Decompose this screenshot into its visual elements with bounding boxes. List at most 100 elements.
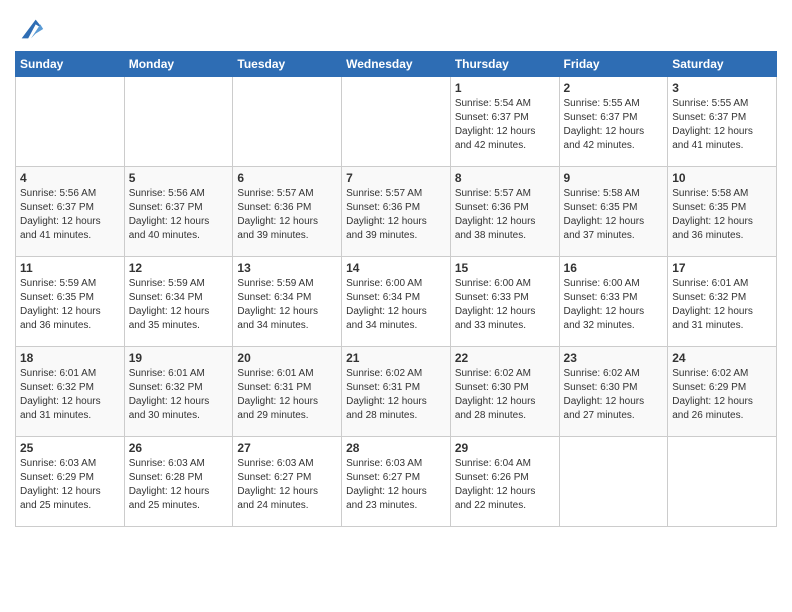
day-info: Sunrise: 5:55 AM Sunset: 6:37 PM Dayligh… xyxy=(672,97,772,153)
day-info: Sunrise: 5:56 AM Sunset: 6:37 PM Dayligh… xyxy=(129,187,229,243)
calendar-cell: 15 Sunrise: 6:00 AM Sunset: 6:33 PM Dayli… xyxy=(450,257,559,347)
calendar-cell: 8 Sunrise: 5:57 AM Sunset: 6:36 PM Daylig… xyxy=(450,167,559,257)
logo xyxy=(15,15,45,43)
day-number: 25 xyxy=(20,441,120,455)
day-info: Sunrise: 6:03 AM Sunset: 6:27 PM Dayligh… xyxy=(346,457,446,513)
day-number: 11 xyxy=(20,261,120,275)
calendar-cell: 22Sunrise: 6:02 AM Sunset: 6:30 PM Dayli… xyxy=(450,347,559,437)
day-number: 8 xyxy=(455,171,555,185)
calendar-cell: 17 Sunrise: 6:01 AM Sunset: 6:32 PM Dayli… xyxy=(668,257,777,347)
day-number: 2 xyxy=(564,81,664,95)
day-info: Sunrise: 6:00 AM Sunset: 6:33 PM Dayligh… xyxy=(564,277,664,333)
day-number: 20 xyxy=(237,351,337,365)
day-number: 21 xyxy=(346,351,446,365)
day-number: 29 xyxy=(455,441,555,455)
calendar-cell: 5 Sunrise: 5:56 AM Sunset: 6:37 PM Daylig… xyxy=(124,167,233,257)
day-info: Sunrise: 5:58 AM Sunset: 6:35 PM Dayligh… xyxy=(564,187,664,243)
day-info: Sunrise: 6:02 AM Sunset: 6:31 PM Dayligh… xyxy=(346,367,446,423)
day-info: Sunrise: 6:03 AM Sunset: 6:29 PM Dayligh… xyxy=(20,457,120,513)
weekday-header-tuesday: Tuesday xyxy=(233,52,342,77)
calendar-week-2: 4 Sunrise: 5:56 AM Sunset: 6:37 PM Daylig… xyxy=(16,167,777,257)
day-number: 19 xyxy=(129,351,229,365)
day-info: Sunrise: 5:57 AM Sunset: 6:36 PM Dayligh… xyxy=(237,187,337,243)
calendar-cell: 21 Sunrise: 6:02 AM Sunset: 6:31 PM Dayli… xyxy=(342,347,451,437)
calendar-cell: 9 Sunrise: 5:58 AM Sunset: 6:35 PM Daylig… xyxy=(559,167,668,257)
day-number: 1 xyxy=(455,81,555,95)
calendar-cell xyxy=(233,77,342,167)
day-number: 17 xyxy=(672,261,772,275)
weekday-header-saturday: Saturday xyxy=(668,52,777,77)
day-info: Sunrise: 6:03 AM Sunset: 6:27 PM Dayligh… xyxy=(237,457,337,513)
header xyxy=(15,10,777,43)
calendar-week-5: 25 Sunrise: 6:03 AM Sunset: 6:29 PM Dayli… xyxy=(16,437,777,527)
day-number: 13 xyxy=(237,261,337,275)
day-number: 5 xyxy=(129,171,229,185)
calendar-cell: 25 Sunrise: 6:03 AM Sunset: 6:29 PM Dayli… xyxy=(16,437,125,527)
calendar-cell: 26 Sunrise: 6:03 AM Sunset: 6:28 PM Dayli… xyxy=(124,437,233,527)
day-info: Sunrise: 6:02 AM Sunset: 6:30 PM Dayligh… xyxy=(564,367,664,423)
day-number: 12 xyxy=(129,261,229,275)
weekday-header-monday: Monday xyxy=(124,52,233,77)
calendar-cell: 20Sunrise: 6:01 AM Sunset: 6:31 PM Dayli… xyxy=(233,347,342,437)
calendar-cell: 7Sunrise: 5:57 AM Sunset: 6:36 PM Daylig… xyxy=(342,167,451,257)
calendar-cell: 4 Sunrise: 5:56 AM Sunset: 6:37 PM Daylig… xyxy=(16,167,125,257)
calendar-cell: 11 Sunrise: 5:59 AM Sunset: 6:35 PM Dayli… xyxy=(16,257,125,347)
calendar-cell: 12 Sunrise: 5:59 AM Sunset: 6:34 PM Dayli… xyxy=(124,257,233,347)
day-info: Sunrise: 6:01 AM Sunset: 6:32 PM Dayligh… xyxy=(672,277,772,333)
weekday-header-friday: Friday xyxy=(559,52,668,77)
day-number: 16 xyxy=(564,261,664,275)
day-info: Sunrise: 6:01 AM Sunset: 6:32 PM Dayligh… xyxy=(129,367,229,423)
weekday-header-row: SundayMondayTuesdayWednesdayThursdayFrid… xyxy=(16,52,777,77)
calendar-cell xyxy=(342,77,451,167)
calendar-cell xyxy=(668,437,777,527)
calendar-cell: 2 Sunrise: 5:55 AM Sunset: 6:37 PM Daylig… xyxy=(559,77,668,167)
calendar-cell: 10 Sunrise: 5:58 AM Sunset: 6:35 PM Dayli… xyxy=(668,167,777,257)
day-number: 28 xyxy=(346,441,446,455)
day-number: 26 xyxy=(129,441,229,455)
day-number: 7 xyxy=(346,171,446,185)
calendar-cell xyxy=(559,437,668,527)
day-info: Sunrise: 6:03 AM Sunset: 6:28 PM Dayligh… xyxy=(129,457,229,513)
weekday-header-wednesday: Wednesday xyxy=(342,52,451,77)
day-info: Sunrise: 6:04 AM Sunset: 6:26 PM Dayligh… xyxy=(455,457,555,513)
calendar-cell: 23 Sunrise: 6:02 AM Sunset: 6:30 PM Dayli… xyxy=(559,347,668,437)
day-info: Sunrise: 5:57 AM Sunset: 6:36 PM Dayligh… xyxy=(455,187,555,243)
day-number: 23 xyxy=(564,351,664,365)
day-number: 4 xyxy=(20,171,120,185)
day-info: Sunrise: 6:00 AM Sunset: 6:34 PM Dayligh… xyxy=(346,277,446,333)
day-number: 10 xyxy=(672,171,772,185)
day-info: Sunrise: 5:58 AM Sunset: 6:35 PM Dayligh… xyxy=(672,187,772,243)
day-number: 18 xyxy=(20,351,120,365)
day-info: Sunrise: 5:56 AM Sunset: 6:37 PM Dayligh… xyxy=(20,187,120,243)
calendar-cell: 6 Sunrise: 5:57 AM Sunset: 6:36 PM Daylig… xyxy=(233,167,342,257)
day-number: 3 xyxy=(672,81,772,95)
day-number: 24 xyxy=(672,351,772,365)
calendar-cell: 1Sunrise: 5:54 AM Sunset: 6:37 PM Daylig… xyxy=(450,77,559,167)
day-number: 14 xyxy=(346,261,446,275)
calendar-cell: 16 Sunrise: 6:00 AM Sunset: 6:33 PM Dayli… xyxy=(559,257,668,347)
calendar-cell: 27Sunrise: 6:03 AM Sunset: 6:27 PM Dayli… xyxy=(233,437,342,527)
calendar-cell: 18Sunrise: 6:01 AM Sunset: 6:32 PM Dayli… xyxy=(16,347,125,437)
calendar-cell: 19 Sunrise: 6:01 AM Sunset: 6:32 PM Dayli… xyxy=(124,347,233,437)
calendar-table: SundayMondayTuesdayWednesdayThursdayFrid… xyxy=(15,51,777,527)
weekday-header-thursday: Thursday xyxy=(450,52,559,77)
day-info: Sunrise: 5:59 AM Sunset: 6:34 PM Dayligh… xyxy=(129,277,229,333)
day-info: Sunrise: 5:55 AM Sunset: 6:37 PM Dayligh… xyxy=(564,97,664,153)
logo-icon xyxy=(17,15,45,43)
calendar-week-4: 18 Sunrise: 6:01 AM Sunset: 6:32 PM Dayli… xyxy=(16,347,777,437)
day-number: 9 xyxy=(564,171,664,185)
calendar-cell: 28 Sunrise: 6:03 AM Sunset: 6:27 PM Dayli… xyxy=(342,437,451,527)
calendar-cell: 3 Sunrise: 5:55 AM Sunset: 6:37 PM Daylig… xyxy=(668,77,777,167)
calendar-cell: 29 Sunrise: 6:04 AM Sunset: 6:26 PM Dayli… xyxy=(450,437,559,527)
calendar-week-3: 11 Sunrise: 5:59 AM Sunset: 6:35 PM Dayli… xyxy=(16,257,777,347)
day-number: 15 xyxy=(455,261,555,275)
calendar-cell: 14 Sunrise: 6:00 AM Sunset: 6:34 PM Dayli… xyxy=(342,257,451,347)
day-number: 6 xyxy=(237,171,337,185)
day-info: Sunrise: 6:00 AM Sunset: 6:33 PM Dayligh… xyxy=(455,277,555,333)
calendar-cell xyxy=(16,77,125,167)
calendar-cell: 13 Sunrise: 5:59 AM Sunset: 6:34 PM Dayli… xyxy=(233,257,342,347)
day-info: Sunrise: 6:02 AM Sunset: 6:30 PM Dayligh… xyxy=(455,367,555,423)
day-info: Sunrise: 5:59 AM Sunset: 6:34 PM Dayligh… xyxy=(237,277,337,333)
day-info: Sunrise: 5:59 AM Sunset: 6:35 PM Dayligh… xyxy=(20,277,120,333)
calendar-cell xyxy=(124,77,233,167)
